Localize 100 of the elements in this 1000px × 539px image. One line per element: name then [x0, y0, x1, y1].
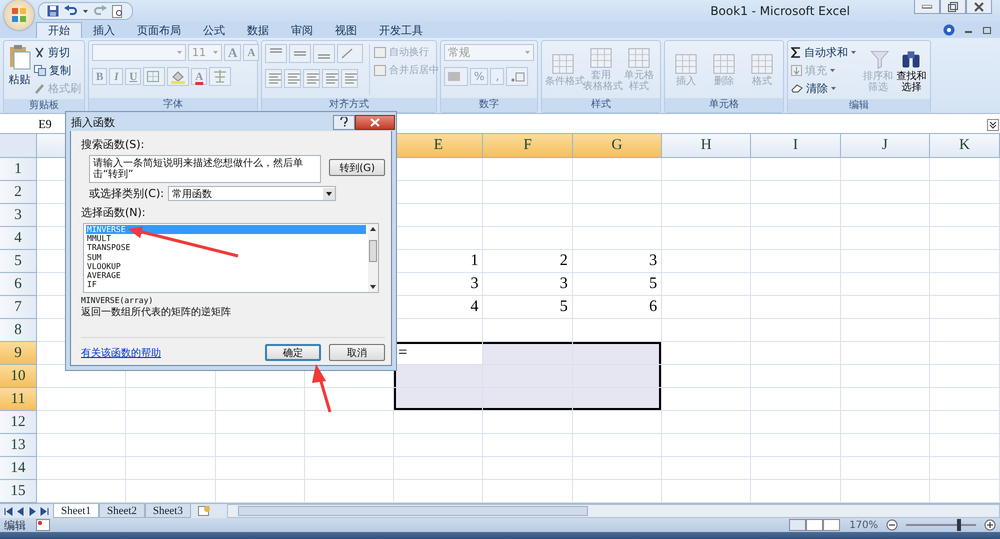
undo-icon[interactable]: [64, 5, 78, 17]
column-header[interactable]: K: [930, 134, 1000, 158]
align-icon[interactable]: [303, 69, 320, 88]
column-header[interactable]: E: [394, 134, 484, 158]
brush-icon: [34, 82, 45, 94]
fill-color-icon[interactable]: [167, 67, 190, 86]
close-button[interactable]: [355, 114, 395, 130]
zoom-slider-thumb[interactable]: [956, 519, 960, 531]
close-icon: [370, 118, 380, 126]
function-item[interactable]: MMULT: [86, 234, 366, 244]
clipboard-button[interactable]: 剪切: [34, 44, 81, 60]
scroll-left-icon[interactable]: [16, 506, 25, 516]
row-header[interactable]: 5: [0, 250, 37, 273]
list-scrollbar[interactable]: [368, 224, 378, 292]
macro-record-icon[interactable]: [36, 519, 50, 531]
scroll-left-icon[interactable]: [4, 506, 13, 516]
table-cell: [930, 388, 1000, 411]
restore-button[interactable]: [940, 0, 966, 14]
align-icon[interactable]: [313, 44, 335, 63]
table-cell: [930, 296, 1000, 319]
paste-button[interactable]: 粘贴: [7, 44, 32, 96]
go-button[interactable]: 转到(G): [329, 159, 385, 176]
row-header[interactable]: 13: [0, 434, 37, 457]
row-header[interactable]: 8: [0, 319, 37, 342]
editing-button[interactable]: 自动求和: [791, 44, 856, 60]
align-icon[interactable]: [341, 69, 358, 88]
sheet-tab[interactable]: Sheet1: [53, 504, 99, 518]
scrollbar-thumb[interactable]: [369, 240, 377, 262]
scroll-right-icon[interactable]: [28, 506, 37, 516]
zoom-out-icon[interactable]: [886, 519, 898, 531]
align-icon[interactable]: [265, 44, 287, 63]
column-header[interactable]: H: [662, 134, 752, 158]
ribbon-button[interactable]: 查找和 选择: [896, 44, 927, 96]
column-header[interactable]: I: [751, 134, 841, 158]
align-icon[interactable]: [284, 69, 301, 88]
row-header[interactable]: 6: [0, 273, 37, 296]
office-button[interactable]: [4, 0, 34, 30]
category-dropdown[interactable]: 常用函数: [168, 186, 336, 201]
cancel-button[interactable]: 取消: [329, 344, 385, 361]
clipboard-button[interactable]: 复制: [34, 62, 81, 78]
font-name-field[interactable]: [92, 44, 186, 61]
row-header[interactable]: 3: [0, 204, 37, 227]
restore-icon[interactable]: [983, 26, 992, 34]
row-header[interactable]: 12: [0, 411, 37, 434]
horizontal-scrollbar[interactable]: [226, 504, 1000, 518]
help-icon[interactable]: [943, 24, 955, 36]
row-header[interactable]: 15: [0, 480, 37, 503]
app-logo: [11, 7, 27, 23]
row-header[interactable]: 2: [0, 181, 37, 204]
align-icon[interactable]: [265, 69, 282, 88]
column-header[interactable]: F: [483, 134, 573, 158]
row-header[interactable]: 14: [0, 457, 37, 480]
print-preview-icon[interactable]: [112, 4, 124, 18]
function-item[interactable]: VLOOKUP: [86, 262, 366, 272]
group-title: 剪贴板: [29, 100, 59, 111]
zoom-level[interactable]: 170%: [849, 520, 878, 530]
column-header[interactable]: G: [572, 134, 662, 158]
ribbon-tab[interactable]: 审阅: [280, 22, 324, 38]
new-sheet-icon[interactable]: [196, 505, 211, 517]
help-button[interactable]: [333, 114, 355, 130]
ribbon-tab[interactable]: 页面布局: [126, 22, 192, 38]
function-item[interactable]: TRANSPOSE: [86, 243, 366, 253]
sheet-tab[interactable]: Sheet2: [98, 504, 145, 518]
row-header[interactable]: 1: [0, 158, 37, 181]
search-field[interactable]: 请输入一条简短说明来描述您想做什么，然后单击“转到”: [89, 155, 322, 183]
font-size-value: 11: [192, 46, 206, 59]
minimize-button[interactable]: [914, 0, 940, 14]
scroll-right-icon[interactable]: [40, 506, 49, 516]
ribbon-tab[interactable]: 公式: [192, 22, 236, 38]
column-header[interactable]: J: [840, 134, 930, 158]
row-header[interactable]: 9: [0, 342, 37, 365]
function-item[interactable]: AVERAGE: [86, 271, 366, 280]
scroll-up-icon[interactable]: [370, 227, 376, 231]
ribbon-tab[interactable]: 数据: [236, 22, 280, 38]
zoom-in-icon[interactable]: [984, 519, 996, 531]
row-header[interactable]: 7: [0, 296, 37, 319]
expand-icon[interactable]: [987, 118, 999, 130]
arrow: [312, 364, 332, 412]
ribbon-tab[interactable]: 插入: [82, 22, 126, 38]
ribbon-tab[interactable]: 开发工具: [368, 22, 434, 38]
caret-icon[interactable]: [83, 10, 88, 12]
row-header[interactable]: 11: [0, 388, 37, 411]
function-item[interactable]: IF: [86, 280, 366, 290]
scroll-down-icon[interactable]: [370, 285, 376, 289]
row-header[interactable]: 4: [0, 227, 37, 250]
table-cell: [930, 342, 1000, 365]
help-link[interactable]: 有关该函数的帮助: [81, 346, 161, 360]
align-icon[interactable]: [322, 69, 339, 88]
align-icon[interactable]: [289, 44, 311, 63]
close-button[interactable]: [966, 0, 992, 14]
group-title: 单元格: [709, 99, 739, 110]
ok-button[interactable]: 确定: [265, 344, 321, 361]
view-buttons-icon[interactable]: [789, 519, 842, 531]
row-header[interactable]: 10: [0, 365, 37, 388]
sheet-tab[interactable]: Sheet3: [144, 504, 191, 518]
editing-button[interactable]: 清除: [791, 80, 856, 96]
ribbon-tab[interactable]: 视图: [324, 22, 368, 38]
save-icon[interactable]: [47, 5, 59, 17]
function-item[interactable]: SUM: [86, 252, 366, 262]
ribbon-tab[interactable]: 开始: [36, 22, 82, 38]
